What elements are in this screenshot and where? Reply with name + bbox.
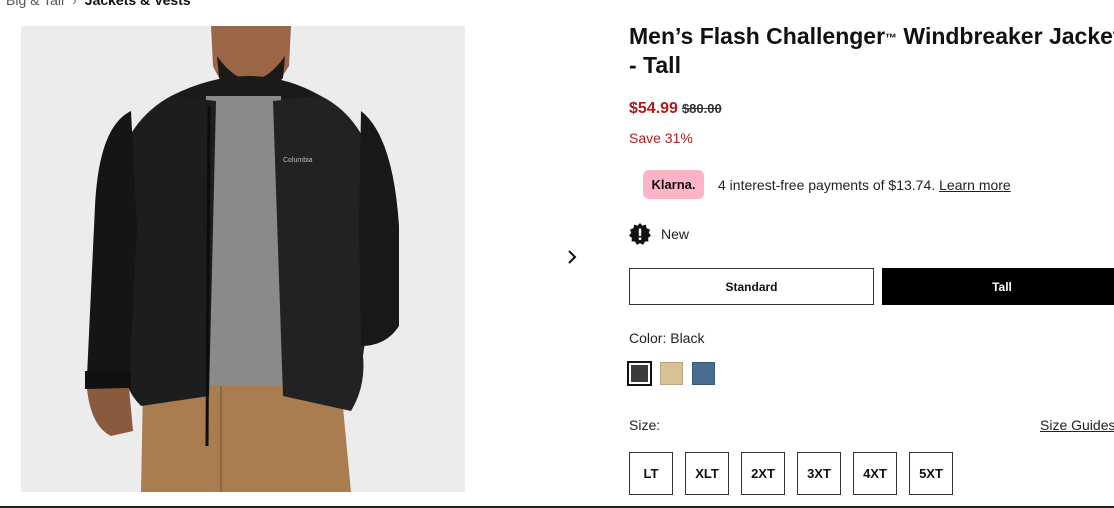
gallery-next-button[interactable] (562, 246, 582, 268)
trademark-symbol: ™ (885, 31, 898, 45)
breadcrumb: Big & Tall › Jackets & Vests (6, 0, 191, 8)
brand-logo: Columbia (283, 157, 313, 164)
new-badge: New (629, 223, 689, 245)
size-label: Size: (629, 417, 661, 433)
original-price: $80.00 (681, 101, 722, 116)
color-swatch-blue[interactable] (692, 362, 715, 385)
new-label: New (661, 226, 690, 242)
title-line2: - Tall (629, 52, 681, 78)
product-image[interactable]: Columbia (21, 26, 465, 492)
klarna-row: Klarna. 4 interest-free payments of $13.… (643, 170, 1011, 199)
size-guides-link[interactable]: Size Guides (1040, 417, 1114, 433)
breadcrumb-separator-icon: › (72, 0, 77, 8)
breadcrumb-item-big-tall[interactable]: Big & Tall (6, 0, 64, 8)
save-percent: Save 31% (629, 130, 693, 146)
sale-price: $54.99 (629, 100, 678, 117)
fit-tall-button[interactable]: Tall (882, 268, 1114, 305)
product-title: Men’s Flash Challenger™ Windbreaker Jack… (629, 22, 1114, 80)
color-label: Color: Black (629, 330, 705, 346)
fit-standard-button[interactable]: Standard (629, 268, 874, 305)
size-option-2xt[interactable]: 2XT (741, 452, 785, 495)
size-option-lt[interactable]: LT (629, 452, 673, 495)
size-option-4xt[interactable]: 4XT (853, 452, 897, 495)
klarna-learn-more-link[interactable]: Learn more (939, 177, 1011, 193)
title-line1: Men’s Flash Challenger (629, 23, 886, 49)
size-option-5xt[interactable]: 5XT (909, 452, 953, 495)
price-row: $54.99 $80.00 (629, 100, 722, 118)
color-swatch-tan[interactable] (660, 362, 683, 385)
klarna-logo: Klarna. (643, 170, 704, 199)
breadcrumb-item-jackets-vests[interactable]: Jackets & Vests (85, 0, 191, 8)
title-line1-end: Windbreaker Jacket (897, 23, 1114, 49)
chevron-right-icon (568, 250, 577, 264)
new-badge-icon (629, 223, 651, 245)
size-option-3xt[interactable]: 3XT (797, 452, 841, 495)
size-option-xlt[interactable]: XLT (685, 452, 729, 495)
klarna-text: 4 interest-free payments of $13.74. (718, 176, 936, 193)
jacket-photo: Columbia (21, 26, 465, 492)
color-swatch-black[interactable] (627, 361, 652, 386)
